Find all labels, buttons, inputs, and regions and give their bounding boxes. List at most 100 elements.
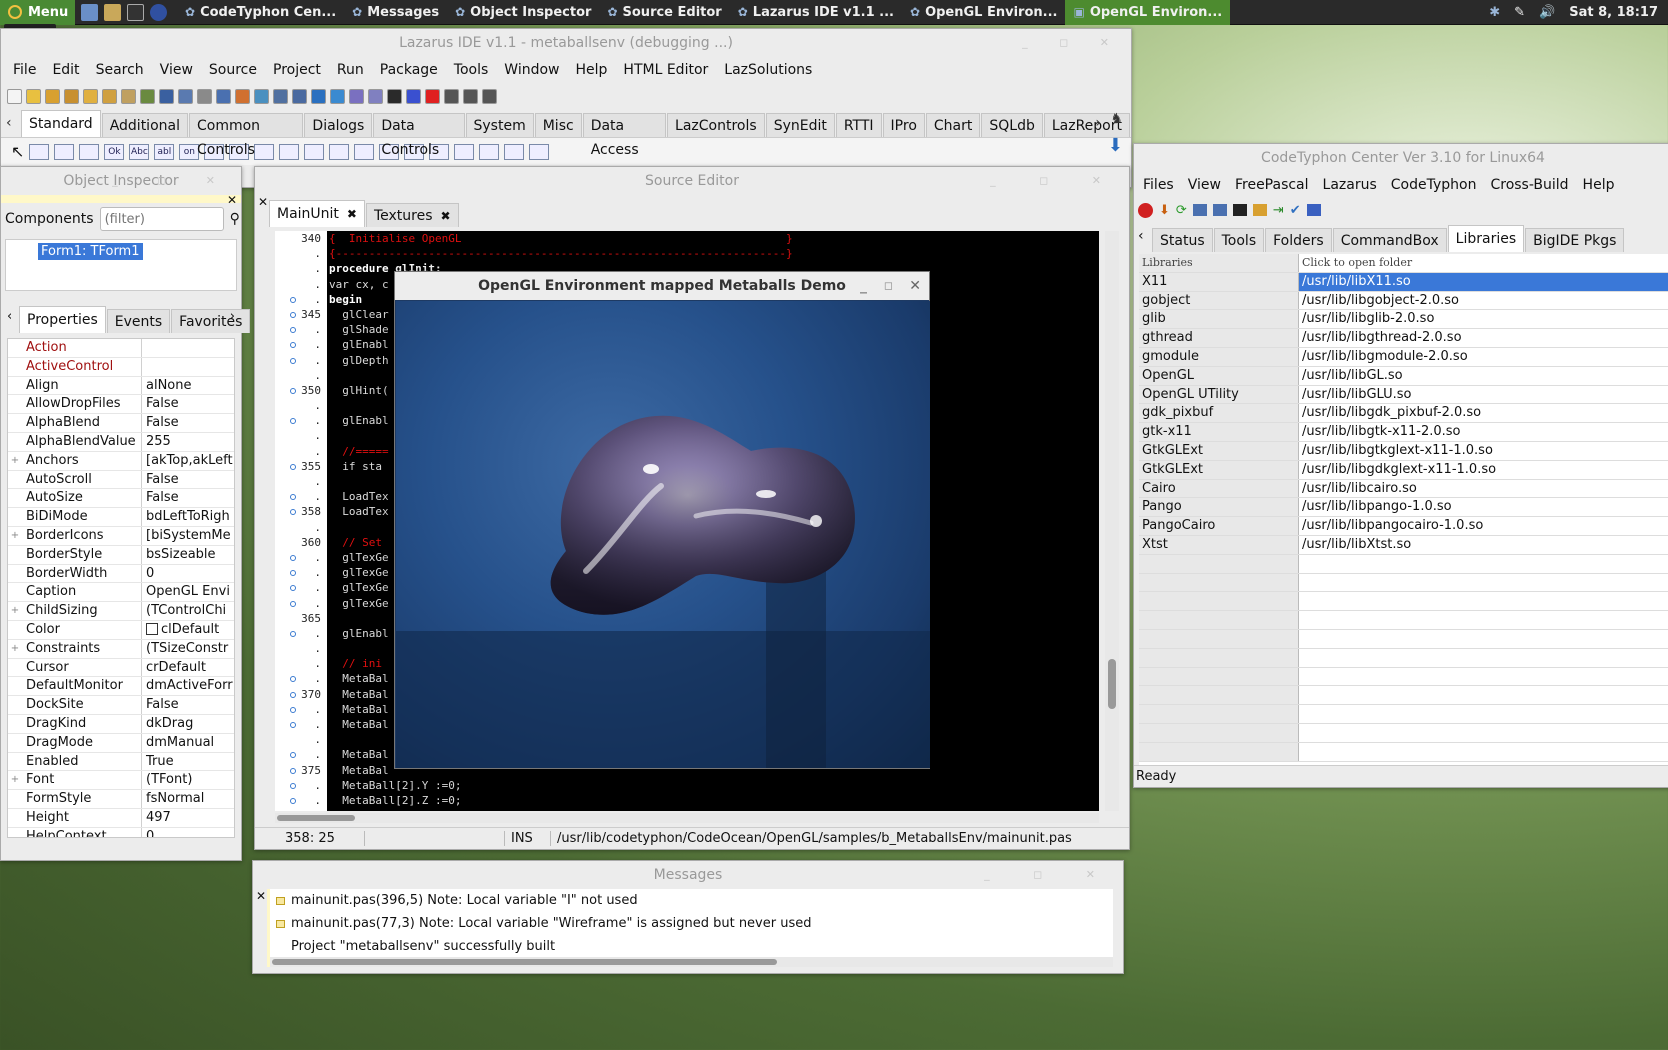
- components-filter-input[interactable]: [99, 207, 224, 231]
- vertical-scrollbar[interactable]: [1105, 231, 1119, 811]
- palette-tab-rtti[interactable]: RTTI: [835, 113, 882, 137]
- library-path[interactable]: /usr/lib/libgmodule-2.0.so: [1299, 348, 1668, 366]
- download-icon[interactable]: ⬇: [1159, 203, 1170, 218]
- breakpoint-marker-icon[interactable]: [290, 691, 296, 698]
- library-row[interactable]: Xtst/usr/lib/libXtst.so: [1139, 535, 1668, 555]
- library-row[interactable]: Cairo/usr/lib/libcairo.so: [1139, 479, 1668, 499]
- library-path[interactable]: /usr/lib/libcairo.so: [1299, 480, 1668, 498]
- palette-tab-data-controls[interactable]: Data Controls: [373, 113, 465, 158]
- windows-icon[interactable]: [1212, 204, 1227, 216]
- toolbar-button-icon[interactable]: [444, 88, 459, 104]
- breakpoint-marker-icon[interactable]: [290, 311, 296, 318]
- messages-titlebar[interactable]: Messages _ ◻ ✕: [253, 861, 1123, 889]
- breakpoint-marker-icon[interactable]: [290, 752, 296, 759]
- ct-menu-item-codetyphon[interactable]: CodeTyphon: [1384, 177, 1484, 193]
- property-row[interactable]: AlphaBlend False: [8, 414, 234, 433]
- ct-tab-tools[interactable]: Tools: [1213, 228, 1265, 252]
- property-row[interactable]: AlphaBlendValue 255: [8, 432, 234, 452]
- close-icon[interactable]: ✕: [909, 272, 921, 300]
- palette-tab-synedit[interactable]: SynEdit: [765, 113, 835, 137]
- download-arrow-icon[interactable]: ⬇: [1108, 135, 1123, 156]
- property-row[interactable]: Enabled True: [8, 752, 234, 772]
- property-value[interactable]: 497: [142, 809, 234, 827]
- message-item[interactable]: mainunit.pas(396,5) Note: Local variable…: [270, 889, 1113, 912]
- ct-tab-status[interactable]: Status: [1152, 228, 1213, 252]
- palette-tab-system[interactable]: System: [465, 113, 534, 137]
- palette-component-icon[interactable]: [329, 143, 350, 160]
- editor-tab-textures[interactable]: Textures ✖: [365, 203, 459, 227]
- breakpoint-marker-icon[interactable]: [290, 767, 296, 774]
- property-value[interactable]: dkDrag: [142, 715, 234, 733]
- library-path[interactable]: /usr/lib/libgtk-x11-2.0.so: [1299, 423, 1668, 441]
- library-row[interactable]: gobject/usr/lib/libgobject-2.0.so: [1139, 291, 1668, 311]
- menu-item-run[interactable]: Run: [329, 62, 372, 78]
- menu-item-lazsolutions[interactable]: LazSolutions: [716, 62, 820, 78]
- tab-events[interactable]: Events: [106, 309, 171, 333]
- palette-component-icon[interactable]: [79, 143, 100, 160]
- property-row[interactable]: AutoScroll False: [8, 470, 234, 490]
- tabs-left-icon[interactable]: ‹: [7, 309, 12, 324]
- window-controls[interactable]: _ ◻ ✕: [112, 167, 233, 195]
- tab-favorites[interactable]: Favorites: [171, 309, 251, 333]
- breakpoint-marker-icon[interactable]: [290, 342, 296, 349]
- toolbar-button-icon[interactable]: [159, 88, 174, 104]
- property-row[interactable]: DockSite False: [8, 696, 234, 715]
- breakpoint-marker-icon[interactable]: [290, 676, 296, 683]
- toolbar-button-icon[interactable]: [235, 88, 250, 104]
- terminal-icon[interactable]: [127, 3, 144, 21]
- property-row[interactable]: + Font (TFont): [8, 771, 234, 791]
- palette-component-icon[interactable]: [479, 143, 500, 160]
- tabs-left-icon[interactable]: ‹: [1138, 228, 1144, 244]
- toolbar-button-icon[interactable]: [311, 88, 326, 104]
- codetyphon-titlebar[interactable]: CodeTyphon Center Ver 3.10 for Linux64 ◻: [1134, 144, 1668, 172]
- palette-tab-lazcontrols[interactable]: LazControls: [667, 113, 765, 137]
- breakpoint-marker-icon[interactable]: [290, 706, 296, 713]
- import-icon[interactable]: ⇥: [1273, 203, 1284, 218]
- menu-item-edit[interactable]: Edit: [44, 62, 87, 78]
- window-controls[interactable]: _ ◻ ✕: [984, 861, 1115, 889]
- property-row[interactable]: DragKind dkDrag: [8, 714, 234, 734]
- ct-tab-commandbox[interactable]: CommandBox: [1332, 228, 1447, 252]
- property-value[interactable]: False: [142, 471, 234, 489]
- toolbar-button-icon[interactable]: [7, 88, 22, 104]
- library-row[interactable]: Pango/usr/lib/libpango-1.0.so: [1139, 498, 1668, 518]
- breakpoint-marker-icon[interactable]: [290, 600, 296, 607]
- library-row[interactable]: gmodule/usr/lib/libgmodule-2.0.so: [1139, 347, 1668, 367]
- property-value[interactable]: False: [142, 414, 234, 432]
- close-messages-icon[interactable]: ✕: [256, 889, 266, 903]
- property-value[interactable]: dmManual: [142, 734, 234, 752]
- toolbar-button-icon[interactable]: [197, 88, 212, 104]
- object-inspector-titlebar[interactable]: Object Inspector _ ◻ ✕: [1, 167, 241, 195]
- toolbar-button-icon[interactable]: [482, 88, 497, 104]
- maximize-icon[interactable]: ◻: [884, 272, 893, 300]
- breakpoint-marker-icon[interactable]: [290, 418, 296, 425]
- palette-tab-additional[interactable]: Additional: [101, 113, 188, 137]
- menu-item-package[interactable]: Package: [372, 62, 446, 78]
- taskbar-task[interactable]: ✿ Messages: [344, 0, 447, 25]
- expand-icon[interactable]: +: [8, 771, 22, 789]
- property-value[interactable]: (TFont): [142, 771, 234, 789]
- property-value[interactable]: False: [142, 489, 234, 507]
- palette-tab-standard[interactable]: Standard: [21, 110, 101, 137]
- source-editor-titlebar[interactable]: Source Editor _ ◻ ✕: [255, 167, 1129, 195]
- property-row[interactable]: Height 497: [8, 808, 234, 828]
- editor-tab-mainunit[interactable]: MainUnit ✖: [269, 200, 365, 227]
- palette-component-icon[interactable]: Abc: [129, 143, 150, 160]
- taskbar-task[interactable]: ✿ OpenGL Environ...: [902, 0, 1065, 25]
- property-row[interactable]: BorderWidth 0: [8, 564, 234, 584]
- property-value[interactable]: bdLeftToRigh: [142, 508, 234, 526]
- toolbar-button-icon[interactable]: [83, 88, 98, 104]
- toolbar-button-icon[interactable]: [292, 88, 307, 104]
- close-tab-icon[interactable]: ✖: [347, 201, 357, 227]
- property-row[interactable]: Align alNone: [8, 376, 234, 396]
- library-row[interactable]: glib/usr/lib/libglib-2.0.so: [1139, 310, 1668, 330]
- library-row[interactable]: GtkGLExt/usr/lib/libgdkglext-x11-1.0.so: [1139, 460, 1668, 480]
- taskbar-task[interactable]: ▣ OpenGL Environ...: [1065, 0, 1231, 25]
- desktop-icon[interactable]: [81, 3, 98, 21]
- menu-item-search[interactable]: Search: [88, 62, 152, 78]
- taskbar-task[interactable]: ✿ Source Editor: [599, 0, 729, 25]
- library-row[interactable]: gdk_pixbuf/usr/lib/libgdk_pixbuf-2.0.so: [1139, 404, 1668, 424]
- library-path[interactable]: /usr/lib/libpangocairo-1.0.so: [1299, 517, 1668, 535]
- breakpoint-marker-icon[interactable]: [290, 797, 296, 804]
- toolbar-button-icon[interactable]: [463, 88, 478, 104]
